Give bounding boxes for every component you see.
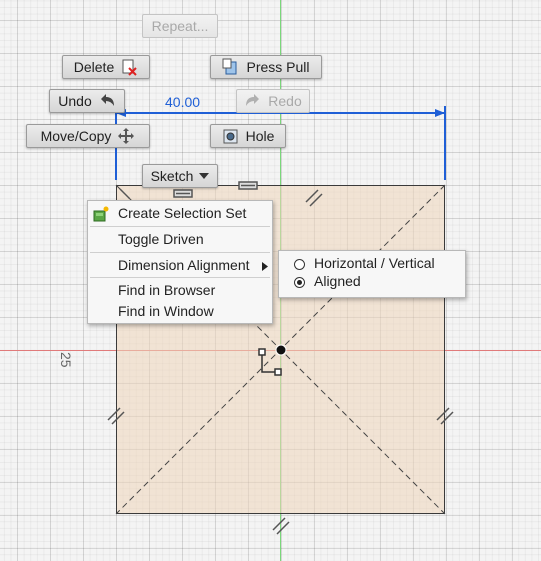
press-pull-button[interactable]: Press Pull bbox=[210, 55, 322, 79]
option-aligned[interactable]: Aligned bbox=[314, 273, 361, 289]
move-icon bbox=[118, 128, 135, 144]
dimension-alignment-submenu: Horizontal / Vertical Aligned bbox=[278, 250, 466, 298]
delete-icon bbox=[122, 59, 137, 76]
delete-label: Delete bbox=[73, 59, 115, 75]
press-pull-icon bbox=[222, 58, 237, 75]
horizontal-constraint-2-icon[interactable] bbox=[173, 189, 193, 198]
option-horizontal-vertical[interactable]: Horizontal / Vertical bbox=[314, 255, 435, 271]
move-copy-label: Move/Copy bbox=[40, 128, 112, 144]
menu-item-find-in-window[interactable]: Find in Window bbox=[118, 303, 214, 319]
context-menu: Create Selection Set Toggle Driven Dimen… bbox=[87, 200, 273, 324]
undo-button[interactable]: Undo bbox=[49, 89, 125, 113]
hole-icon bbox=[223, 129, 238, 144]
horizontal-dimension-value[interactable]: 40.00 bbox=[165, 94, 200, 110]
undo-label: Undo bbox=[58, 93, 92, 109]
menu-separator bbox=[90, 252, 270, 253]
undo-icon bbox=[100, 94, 114, 106]
horizontal-constraint-icon[interactable] bbox=[238, 181, 258, 190]
center-point[interactable] bbox=[275, 344, 287, 356]
sketch-dropdown-button[interactable]: Sketch bbox=[142, 164, 218, 188]
hole-button[interactable]: Hole bbox=[210, 124, 286, 148]
radio-aligned[interactable] bbox=[294, 277, 305, 288]
repeat-button[interactable]: Repeat... bbox=[142, 14, 218, 38]
menu-separator bbox=[90, 226, 270, 227]
menu-item-find-in-browser[interactable]: Find in Browser bbox=[118, 282, 215, 298]
redo-label: Redo bbox=[268, 93, 302, 109]
menu-item-dimension-alignment[interactable]: Dimension Alignment bbox=[118, 257, 250, 273]
submenu-arrow-icon bbox=[262, 262, 268, 271]
press-pull-label: Press Pull bbox=[246, 59, 310, 75]
menu-item-create-selection-set[interactable]: Create Selection Set bbox=[118, 205, 246, 221]
menu-separator bbox=[90, 277, 270, 278]
hole-label: Hole bbox=[245, 128, 275, 144]
redo-icon bbox=[246, 94, 260, 106]
menu-item-toggle-driven[interactable]: Toggle Driven bbox=[118, 231, 204, 247]
radio-horizontal-vertical[interactable] bbox=[294, 259, 305, 270]
repeat-label: Repeat... bbox=[151, 18, 209, 34]
delete-button[interactable]: Delete bbox=[62, 55, 150, 79]
sketch-label: Sketch bbox=[150, 168, 194, 184]
selection-set-icon bbox=[93, 206, 109, 222]
move-copy-button[interactable]: Move/Copy bbox=[26, 124, 150, 148]
dropdown-icon bbox=[199, 173, 210, 179]
redo-button[interactable]: Redo bbox=[236, 89, 310, 113]
vertical-dimension-label-left: 25 bbox=[58, 352, 74, 368]
